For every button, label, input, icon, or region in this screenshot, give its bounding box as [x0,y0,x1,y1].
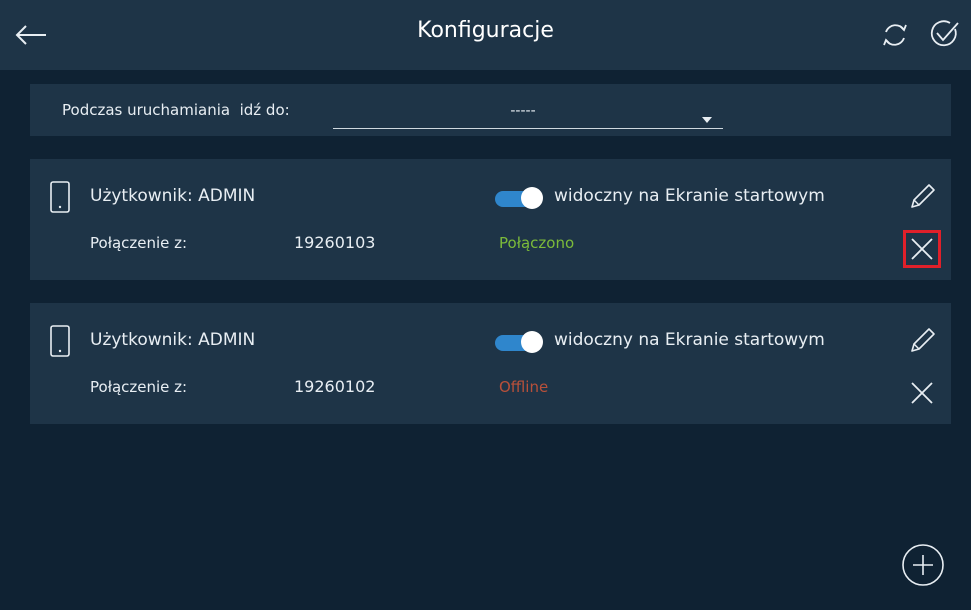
toggle-knob [521,331,543,353]
caret-down-icon [702,108,712,127]
phone-icon [50,181,70,217]
phone-icon [50,325,70,361]
startup-settings-panel: Podczas uruchamiania idź do: ----- [30,84,951,136]
user-label: Użytkownik: ADMIN [90,330,256,350]
connection-id: 19260102 [294,377,376,396]
device-card: Użytkownik: ADMIN widoczny na Ekranie st… [30,303,951,424]
user-label: Użytkownik: ADMIN [90,186,256,206]
connection-status: Połączono [499,234,575,252]
connection-label: Połączenie z: [90,234,188,252]
connection-status: Offline [499,378,549,396]
check-circle-icon[interactable] [928,18,960,50]
close-icon[interactable] [908,379,936,407]
visible-toggle[interactable] [495,331,543,353]
connection-id: 19260103 [294,233,376,252]
pencil-icon[interactable] [908,325,936,355]
visible-toggle[interactable] [495,187,543,209]
top-bar: Konfiguracje [0,0,971,70]
connection-label: Połączenie z: [90,378,188,396]
refresh-icon[interactable] [880,20,910,50]
startup-dropdown-value: ----- [510,103,536,119]
visible-label: widoczny na Ekranie startowym [554,330,825,350]
startup-dropdown[interactable]: ----- [333,94,723,129]
close-icon[interactable] [903,230,941,268]
device-card: Użytkownik: ADMIN widoczny na Ekranie st… [30,159,951,280]
pencil-icon[interactable] [908,181,936,211]
visible-label: widoczny na Ekranie startowym [554,186,825,206]
startup-label: Podczas uruchamiania idź do: [62,101,290,119]
plus-circle-icon[interactable] [901,543,945,587]
toggle-knob [521,187,543,209]
page-title: Konfiguracje [417,18,554,43]
